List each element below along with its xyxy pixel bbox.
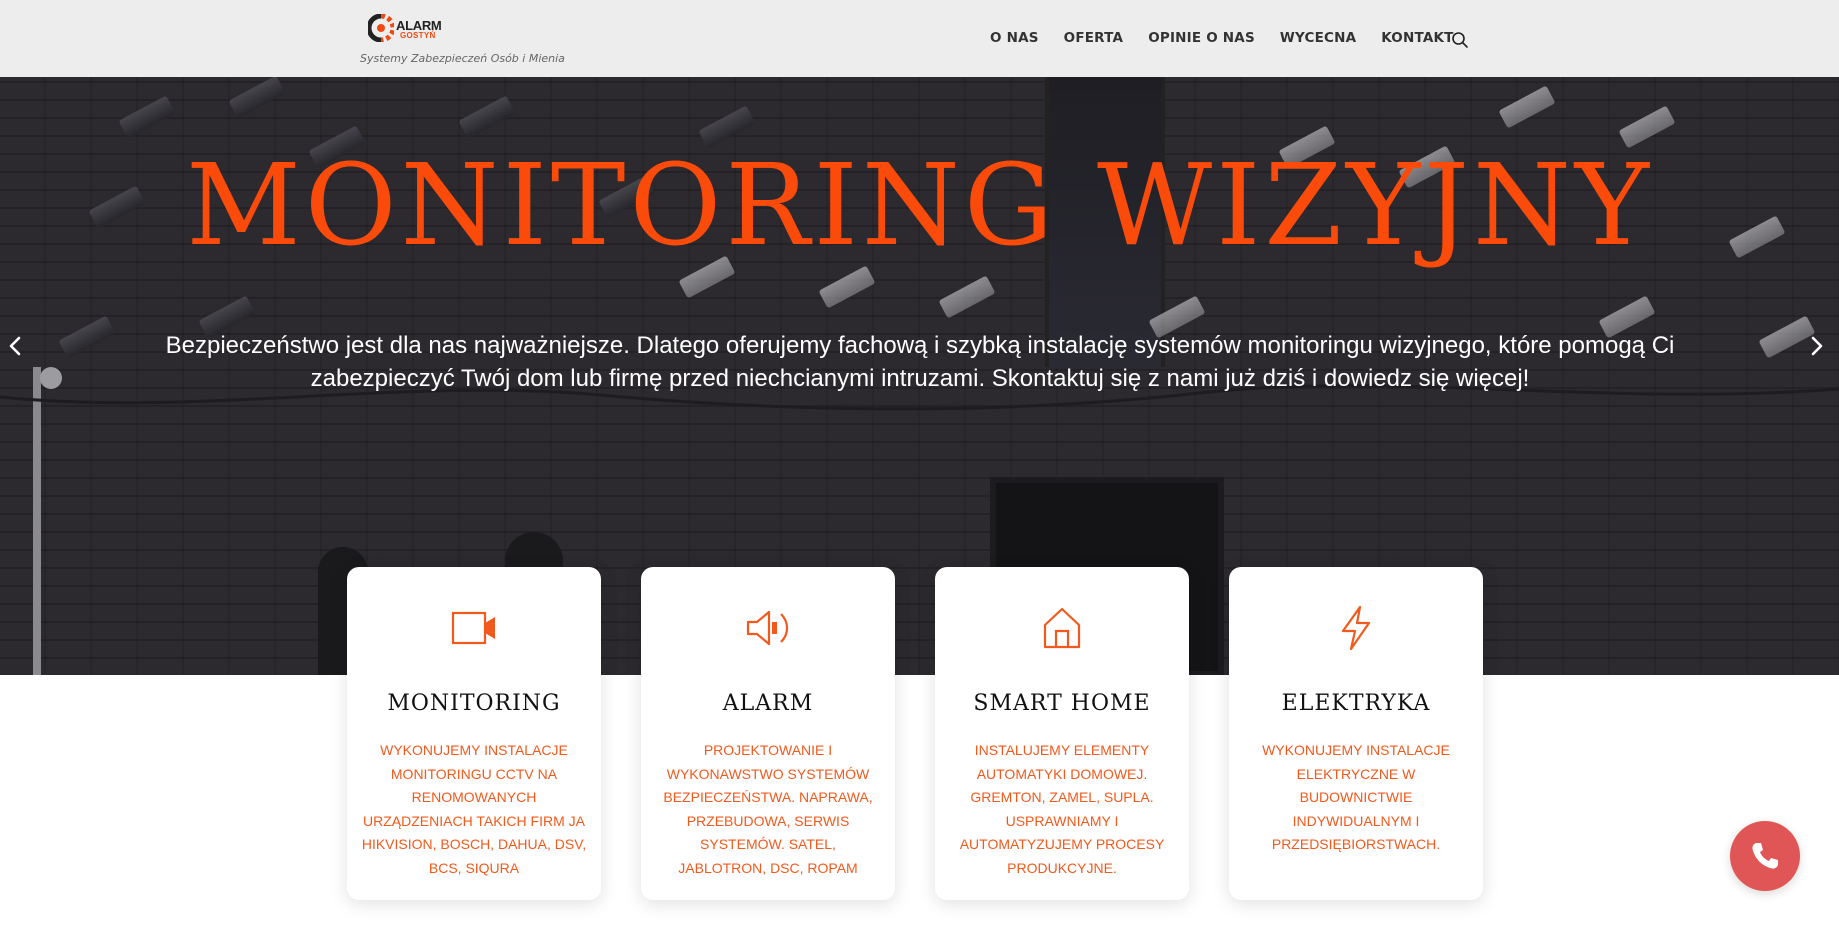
card-text: INSTALUJEMY ELEMENTY AUTOMATYKI DOMOWEJ.… — [959, 742, 1165, 876]
video-camera-icon — [451, 611, 495, 645]
card-text: PROJEKTOWANIE I WYKONAWSTWO SYSTEMÓW BEZ… — [663, 742, 873, 876]
hero-slider: MONITORING WIZYJNY Bezpieczeństwo jest d… — [0, 77, 1839, 675]
service-card-elektryka[interactable]: ELEKTRYKA WYKONUJEMY INSTALACJE ELEKTRYC… — [1229, 567, 1483, 900]
service-card-alarm[interactable]: ALARM PROJEKTOWANIE I WYKONAWSTWO SYSTEM… — [641, 567, 895, 900]
card-title: ELEKTRYKA — [1281, 691, 1431, 716]
service-card-monitoring[interactable]: MONITORING WYKONUJEMY INSTALACJE MONITOR… — [347, 567, 601, 900]
nav-item-o-nas[interactable]: O NAS — [990, 30, 1039, 46]
nav-item-oferta[interactable]: OFERTA — [1064, 30, 1124, 46]
speaker-icon — [746, 610, 789, 646]
site-header: ALARM GOSTYŃ Systemy Zabezpieczeń Osób i… — [0, 0, 1839, 77]
card-text: WYKONUJEMY INSTALACJE ELEKTRYCZNE W BUDO… — [1262, 742, 1450, 852]
logo[interactable]: ALARM GOSTYŃ Systemy Zabezpieczeń Osób i… — [360, 12, 565, 72]
card-title: ALARM — [722, 691, 814, 716]
service-card-smart-home[interactable]: SMART HOME INSTALUJEMY ELEMENTY AUTOMATY… — [935, 567, 1189, 900]
nav-item-wycena[interactable]: WYCECNA — [1280, 30, 1356, 46]
chevron-left-icon[interactable] — [4, 335, 26, 357]
hero-description: Bezpieczeństwo jest dla nas najważniejsz… — [165, 332, 1675, 392]
hero-title: MONITORING WIZYJNY — [186, 141, 1653, 271]
card-text: WYKONUJEMY INSTALACJE MONITORINGU CCTV N… — [361, 742, 587, 876]
card-title: SMART HOME — [973, 691, 1151, 716]
logo-subtext: GOSTYŃ — [400, 31, 436, 40]
chevron-right-icon[interactable] — [1806, 335, 1828, 357]
card-title: MONITORING — [387, 691, 561, 716]
phone-icon — [1752, 843, 1778, 869]
call-button[interactable] — [1730, 821, 1800, 891]
home-icon — [1043, 607, 1081, 649]
lightning-icon — [1341, 605, 1371, 651]
main-nav: O NAS OFERTA OPINIE O NAS WYCECNA KONTAK… — [990, 30, 1479, 46]
tagline: Systemy Zabezpieczeń Osób i Mienia — [360, 52, 565, 65]
nav-item-opinie[interactable]: OPINIE O NAS — [1148, 30, 1255, 46]
nav-item-kontakt[interactable]: KONTAKT — [1381, 30, 1453, 46]
logo-mark-icon — [368, 14, 394, 42]
search-icon[interactable] — [1451, 31, 1469, 49]
